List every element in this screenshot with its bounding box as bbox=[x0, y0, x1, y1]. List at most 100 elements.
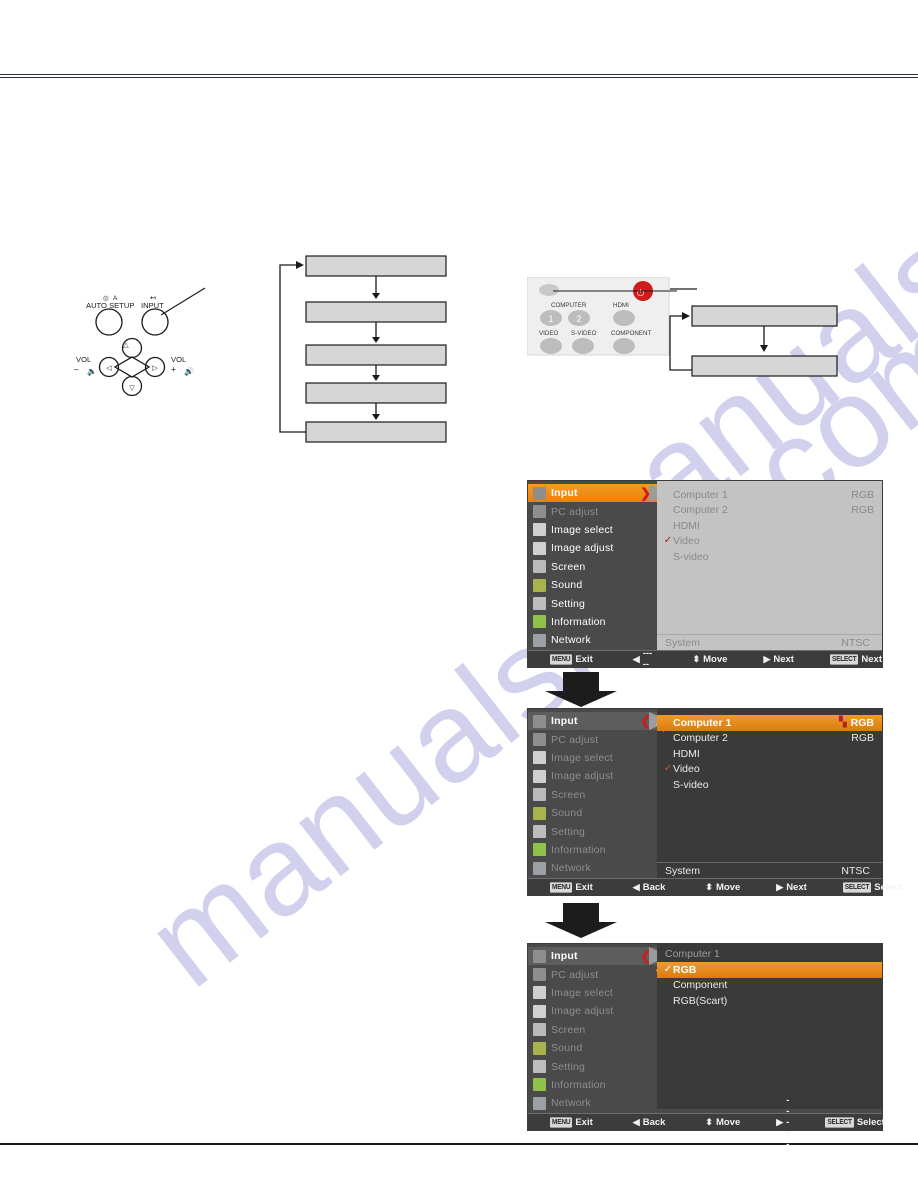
sidebar-item-label: PC adjust bbox=[551, 733, 599, 746]
osd-option-panel[interactable]: Computer 1 ▚ RGB Computer 2 RGB HDMI ✓ V… bbox=[656, 709, 882, 874]
sidebar-item-network[interactable]: Network bbox=[528, 859, 657, 877]
sidebar-item-setting[interactable]: Setting bbox=[528, 822, 657, 840]
sidebar-item-pc-adjust[interactable]: PC adjust bbox=[528, 965, 657, 983]
osd-sidebar[interactable]: Input ❮ PC adjust Image select Image adj… bbox=[528, 944, 658, 1112]
svg-text:▷: ▷ bbox=[152, 365, 158, 372]
list-item[interactable]: Computer 2 RGB bbox=[657, 503, 882, 519]
computer-button-label: COMPUTER bbox=[551, 302, 587, 309]
screen-icon bbox=[533, 788, 546, 802]
svg-text:A: A bbox=[113, 295, 118, 302]
sidebar-item-setting[interactable]: Setting bbox=[528, 1057, 657, 1075]
guide-back: ◀ Back bbox=[632, 881, 666, 893]
sidebar-item-input[interactable]: Input ❯ bbox=[528, 484, 658, 503]
svg-text:△: △ bbox=[123, 342, 129, 349]
network-icon bbox=[533, 861, 546, 875]
svg-text:2: 2 bbox=[576, 314, 581, 324]
list-item[interactable]: ✓ Video bbox=[657, 534, 882, 550]
flow-arrow-1 bbox=[543, 672, 619, 708]
sidebar-item-image-select[interactable]: Image select bbox=[528, 984, 657, 1002]
check-icon: ✓ bbox=[663, 535, 673, 547]
submenu-flag-icon: ▚ bbox=[838, 716, 847, 728]
video-button-label: VIDEO bbox=[539, 330, 558, 337]
input-icon bbox=[533, 714, 546, 728]
flow-box-1 bbox=[305, 255, 447, 277]
svg-text:🔊: 🔊 bbox=[184, 366, 194, 376]
system-value: NTSC bbox=[841, 864, 870, 877]
image-select-icon bbox=[533, 523, 546, 537]
osd-menu-input-list-active[interactable]: Input ❮ PC adjust Image select Image adj… bbox=[528, 709, 902, 895]
sidebar-item-setting[interactable]: Setting bbox=[528, 594, 657, 612]
setting-icon bbox=[533, 597, 546, 611]
list-item[interactable]: S-video bbox=[657, 777, 882, 793]
sidebar-item-image-adjust[interactable]: Image adjust bbox=[528, 767, 657, 785]
image-adjust-icon bbox=[533, 541, 546, 555]
image-select-icon bbox=[533, 986, 546, 1000]
select-key-badge: SELECT bbox=[842, 881, 872, 893]
sidebar-item-image-select[interactable]: Image select bbox=[528, 749, 657, 767]
list-item[interactable]: Computer 1 RGB bbox=[657, 487, 882, 503]
sidebar-item-information[interactable]: Information bbox=[528, 613, 657, 631]
list-item[interactable]: Computer 2 RGB bbox=[657, 731, 882, 747]
sidebar-item-label: Setting bbox=[551, 597, 586, 610]
guide-exit: MENU Exit bbox=[550, 1116, 593, 1128]
sidebar-item-image-adjust[interactable]: Image adjust bbox=[528, 1002, 657, 1020]
hdmi-button-label: HDMI bbox=[613, 302, 629, 309]
flow-right-box-2 bbox=[691, 355, 838, 377]
guide-exit: MENU Exit bbox=[550, 653, 593, 665]
vol-minus-label: VOL bbox=[76, 355, 91, 364]
input-cycle-flowchart bbox=[266, 252, 466, 457]
list-item[interactable]: ✓ RGB bbox=[657, 962, 882, 978]
list-item[interactable]: S-video bbox=[657, 549, 882, 565]
list-item[interactable]: RGB(Scart) bbox=[657, 993, 882, 1009]
list-item[interactable]: ✓ Video bbox=[657, 762, 882, 778]
osd-menu-computer1-source[interactable]: Input ❮ PC adjust Image select Image adj… bbox=[528, 944, 885, 1150]
sidebar-item-sound[interactable]: Sound bbox=[528, 1039, 657, 1057]
sidebar-item-information[interactable]: Information bbox=[528, 1076, 657, 1094]
svg-text:▽: ▽ bbox=[129, 385, 135, 392]
sidebar-item-image-adjust[interactable]: Image adjust bbox=[528, 539, 657, 557]
sidebar-item-label: PC adjust bbox=[551, 968, 599, 981]
input-icon bbox=[533, 486, 546, 500]
sidebar-item-network[interactable]: Network bbox=[528, 631, 657, 649]
osd-sidebar[interactable]: Input ❯ PC adjust Image select Image adj… bbox=[528, 481, 658, 649]
sidebar-item-image-select[interactable]: Image select bbox=[528, 521, 657, 539]
guide-select: SELECT Select bbox=[842, 881, 903, 893]
list-item[interactable]: Component bbox=[657, 978, 882, 994]
system-label: System bbox=[665, 636, 701, 649]
input-cycle-flow-svg bbox=[279, 255, 447, 443]
osd-option-panel[interactable]: Computer 1 ✓ RGB Component RGB(Scart) bbox=[656, 944, 882, 1109]
svg-text:1: 1 bbox=[548, 314, 553, 324]
osd-menu-input-highlighted[interactable]: Input ❯ PC adjust Image select Image adj… bbox=[528, 481, 882, 670]
menu-key-badge: MENU bbox=[550, 1116, 573, 1128]
sidebar-item-pc-adjust[interactable]: PC adjust bbox=[528, 502, 657, 520]
sidebar-item-pc-adjust[interactable]: PC adjust bbox=[528, 730, 657, 748]
sidebar-item-network[interactable]: Network bbox=[528, 1094, 657, 1112]
list-item[interactable]: Computer 1 ▚ RGB bbox=[657, 715, 882, 731]
osd-guide-bar: MENU Exit ◀ Back ⬍ Move ▶ Next SELECT Se… bbox=[528, 878, 902, 895]
guide-left: ◀ ----- bbox=[632, 648, 653, 670]
sidebar-item-sound[interactable]: Sound bbox=[528, 804, 657, 822]
flow-box-3 bbox=[305, 344, 447, 366]
osd-option-panel[interactable]: Computer 1 RGB Computer 2 RGB HDMI ✓ Vid… bbox=[657, 481, 882, 646]
osd-body: Input ❮ PC adjust Image select Image adj… bbox=[528, 944, 882, 1112]
auto-setup-label: AUTO SETUP bbox=[86, 301, 134, 310]
osd-body: Input ❮ PC adjust Image select Image adj… bbox=[528, 709, 882, 877]
osd-sidebar[interactable]: Input ❮ PC adjust Image select Image adj… bbox=[528, 709, 658, 877]
sidebar-item-information[interactable]: Information bbox=[528, 841, 657, 859]
svg-text:–: – bbox=[74, 364, 79, 374]
sidebar-item-label: Screen bbox=[551, 560, 586, 573]
list-item[interactable]: HDMI bbox=[657, 746, 882, 762]
list-item[interactable]: HDMI bbox=[657, 518, 882, 534]
sidebar-item-sound[interactable]: Sound bbox=[528, 576, 657, 594]
sidebar-item-label: Sound bbox=[551, 807, 583, 820]
sidebar-item-screen[interactable]: Screen bbox=[528, 558, 657, 576]
sidebar-item-input[interactable]: Input ❮ bbox=[528, 712, 658, 731]
sidebar-item-screen[interactable]: Screen bbox=[528, 786, 657, 804]
information-icon bbox=[533, 843, 546, 857]
component-button-label: COMPONENT bbox=[611, 330, 651, 337]
sidebar-item-label: Screen bbox=[551, 1023, 586, 1036]
sidebar-item-input[interactable]: Input ❮ bbox=[528, 947, 658, 966]
sidebar-item-screen[interactable]: Screen bbox=[528, 1021, 657, 1039]
menu-key-badge: MENU bbox=[550, 881, 573, 893]
flow-box-4 bbox=[305, 382, 447, 404]
